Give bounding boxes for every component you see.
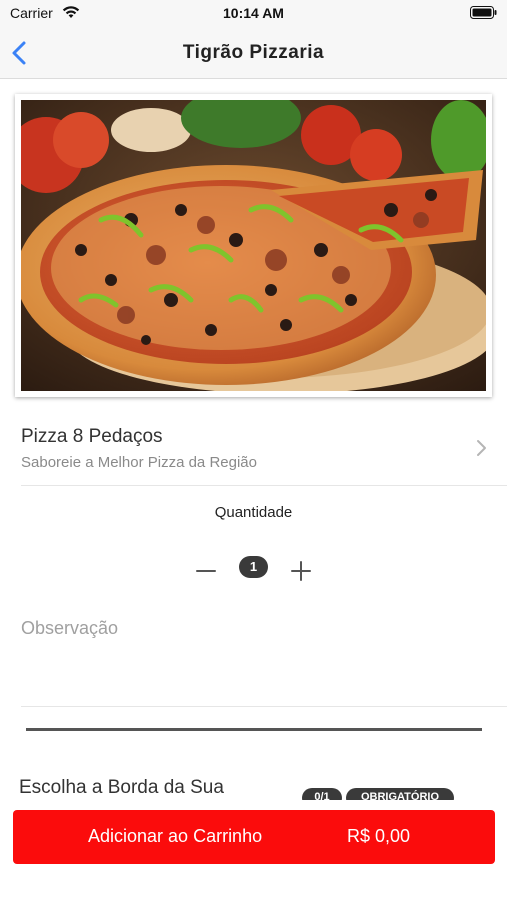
status-bar: Carrier 10:14 AM [0,0,507,30]
minus-icon[interactable] [195,560,217,582]
page-title: Tigrão Pizzaria [182,42,325,63]
product-image-card [15,94,492,397]
observation-field[interactable] [21,612,501,706]
battery-icon [470,6,497,19]
product-name: Pizza 8 Pedaços [21,426,163,447]
clock-label: 10:14 AM [223,5,284,21]
options-section-title: Escolha a Borda da Sua [19,777,224,798]
section-separator [26,728,482,731]
pizza-photo [21,100,486,391]
quantity-value: 1 [239,556,268,578]
plus-icon[interactable] [290,560,312,582]
quantity-label: Quantidade [214,504,293,521]
divider [21,706,507,707]
app-screen: Carrier 10:14 AM Tigrão Pizzaria Pizza 8… [0,0,507,900]
divider [21,485,507,486]
product-row[interactable]: Pizza 8 Pedaços Saboreie a Melhor Pizza … [0,410,507,486]
cart-total-price: R$ 0,00 [347,826,411,846]
chevron-right-icon [477,440,486,456]
add-to-cart-label: Adicionar ao Carrinho [88,826,263,846]
navigation-bar: Tigrão Pizzaria [0,30,507,79]
product-description: Saboreie a Melhor Pizza da Região [21,454,257,471]
add-to-cart-button[interactable]: Adicionar ao Carrinho R$ 0,00 [13,810,495,864]
